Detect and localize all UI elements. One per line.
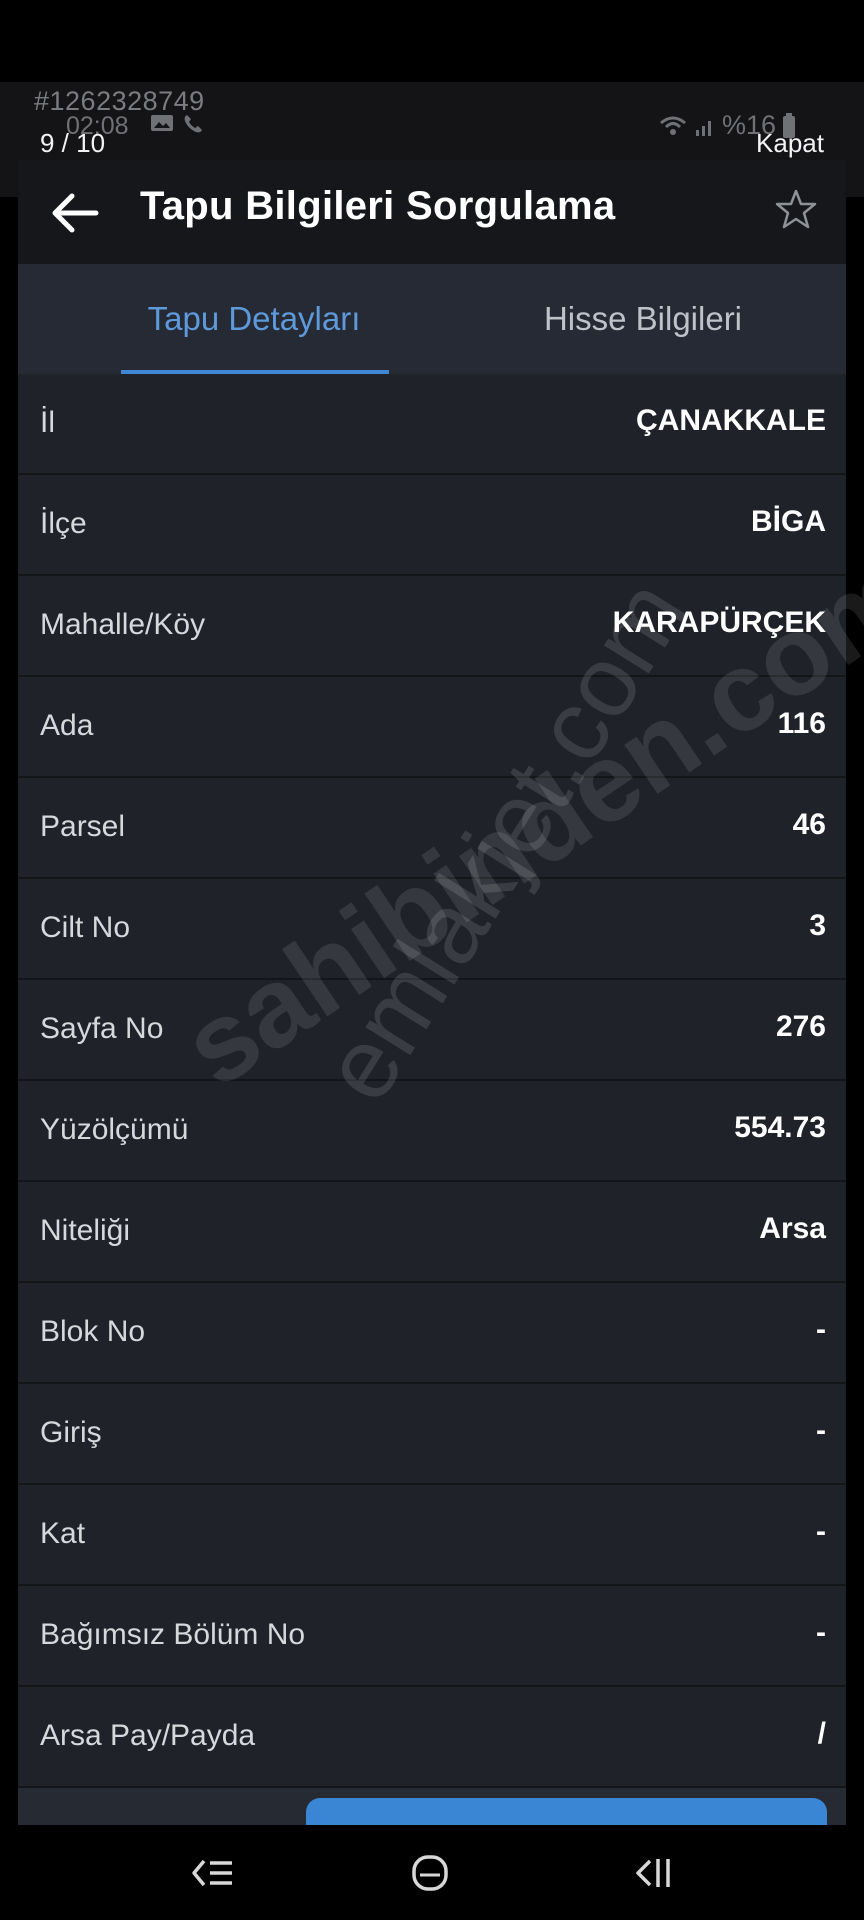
recent-apps-icon[interactable] bbox=[186, 1847, 242, 1899]
list-item: Yüzölçümü 554.73 bbox=[18, 1081, 846, 1182]
back-arrow-icon[interactable] bbox=[48, 188, 100, 238]
phone-icon bbox=[184, 115, 202, 133]
close-button[interactable]: Kapat bbox=[756, 128, 824, 159]
page-counter: 9 / 10 bbox=[40, 128, 106, 158]
wifi-icon bbox=[659, 116, 686, 135]
row-value: 116 bbox=[777, 707, 826, 740]
list-item: Bağımsız Bölüm No - bbox=[18, 1586, 846, 1687]
list-item: Kat - bbox=[18, 1485, 846, 1586]
row-label: Giriş bbox=[40, 1416, 102, 1449]
row-label: Niteliği bbox=[40, 1214, 131, 1247]
list-item: Niteliği Arsa bbox=[18, 1182, 846, 1283]
row-value: KARAPÜRÇEK bbox=[612, 606, 826, 639]
row-value: 276 bbox=[775, 1010, 826, 1043]
row-label: Sayfa No bbox=[40, 1012, 164, 1045]
row-label: İlçe bbox=[40, 507, 87, 540]
list-item: Sayfa No 276 bbox=[18, 980, 846, 1081]
row-label: Ada bbox=[40, 709, 94, 742]
row-value: 554.73 bbox=[734, 1111, 826, 1144]
star-icon[interactable] bbox=[775, 188, 817, 230]
image-icon bbox=[151, 115, 173, 131]
list-item: Cilt No 3 bbox=[18, 879, 846, 980]
row-label: İl bbox=[40, 406, 55, 439]
row-value: - bbox=[816, 1515, 826, 1548]
signal-icon bbox=[695, 120, 711, 136]
system-nav-bar bbox=[0, 1825, 864, 1920]
page-title: Tapu Bilgileri Sorgulama bbox=[140, 184, 616, 228]
row-label: Arsa Pay/Payda bbox=[40, 1719, 256, 1752]
list-item: İlçe BİGA bbox=[18, 475, 846, 576]
row-value: 46 bbox=[792, 808, 826, 841]
status-icons-left bbox=[150, 113, 204, 135]
app-header: Tapu Bilgileri Sorgulama bbox=[18, 160, 846, 264]
row-value: / bbox=[817, 1717, 826, 1750]
tab-bar: Tapu Detayları Hisse Bilgileri bbox=[18, 264, 846, 374]
top-bar bbox=[0, 0, 864, 82]
list-item: İl ÇANAKKALE bbox=[18, 374, 846, 475]
row-label: Yüzölçümü bbox=[40, 1113, 189, 1146]
list-item: Ada 116 bbox=[18, 677, 846, 778]
row-value: - bbox=[816, 1414, 826, 1447]
row-value: BİGA bbox=[751, 505, 826, 538]
row-value: - bbox=[816, 1616, 826, 1649]
row-value: 3 bbox=[809, 909, 826, 942]
tab-hisse-bilgileri[interactable]: Hisse Bilgileri bbox=[493, 264, 793, 374]
row-label: Cilt No bbox=[40, 911, 131, 944]
row-label: Parsel bbox=[40, 810, 126, 843]
row-label: Blok No bbox=[40, 1315, 146, 1348]
list-item: Arsa Pay/Payda / bbox=[18, 1687, 846, 1788]
row-label: Bağımsız Bölüm No bbox=[40, 1618, 306, 1651]
nav-back-icon[interactable] bbox=[628, 1847, 684, 1899]
app-screen: Tapu Bilgileri Sorgulama Tapu Detayları … bbox=[18, 160, 846, 1825]
home-icon[interactable] bbox=[402, 1847, 458, 1899]
row-value: Arsa bbox=[759, 1212, 826, 1245]
row-label: Kat bbox=[40, 1517, 86, 1550]
list-item: Parsel 46 bbox=[18, 778, 846, 879]
action-button[interactable] bbox=[306, 1798, 827, 1825]
tab-tapu-detaylari[interactable]: Tapu Detayları bbox=[120, 264, 388, 374]
list-item: Blok No - bbox=[18, 1283, 846, 1384]
row-label: Mahalle/Köy bbox=[40, 608, 206, 641]
list-item: Mahalle/Köy KARAPÜRÇEK bbox=[18, 576, 846, 677]
deed-details-list: İl ÇANAKKALE İlçe BİGA Mahalle/Köy KARAPÜRÇ… bbox=[18, 374, 846, 1788]
row-value: - bbox=[816, 1313, 826, 1346]
list-item: Giriş - bbox=[18, 1384, 846, 1485]
row-value: ÇANAKKALE bbox=[636, 404, 826, 437]
